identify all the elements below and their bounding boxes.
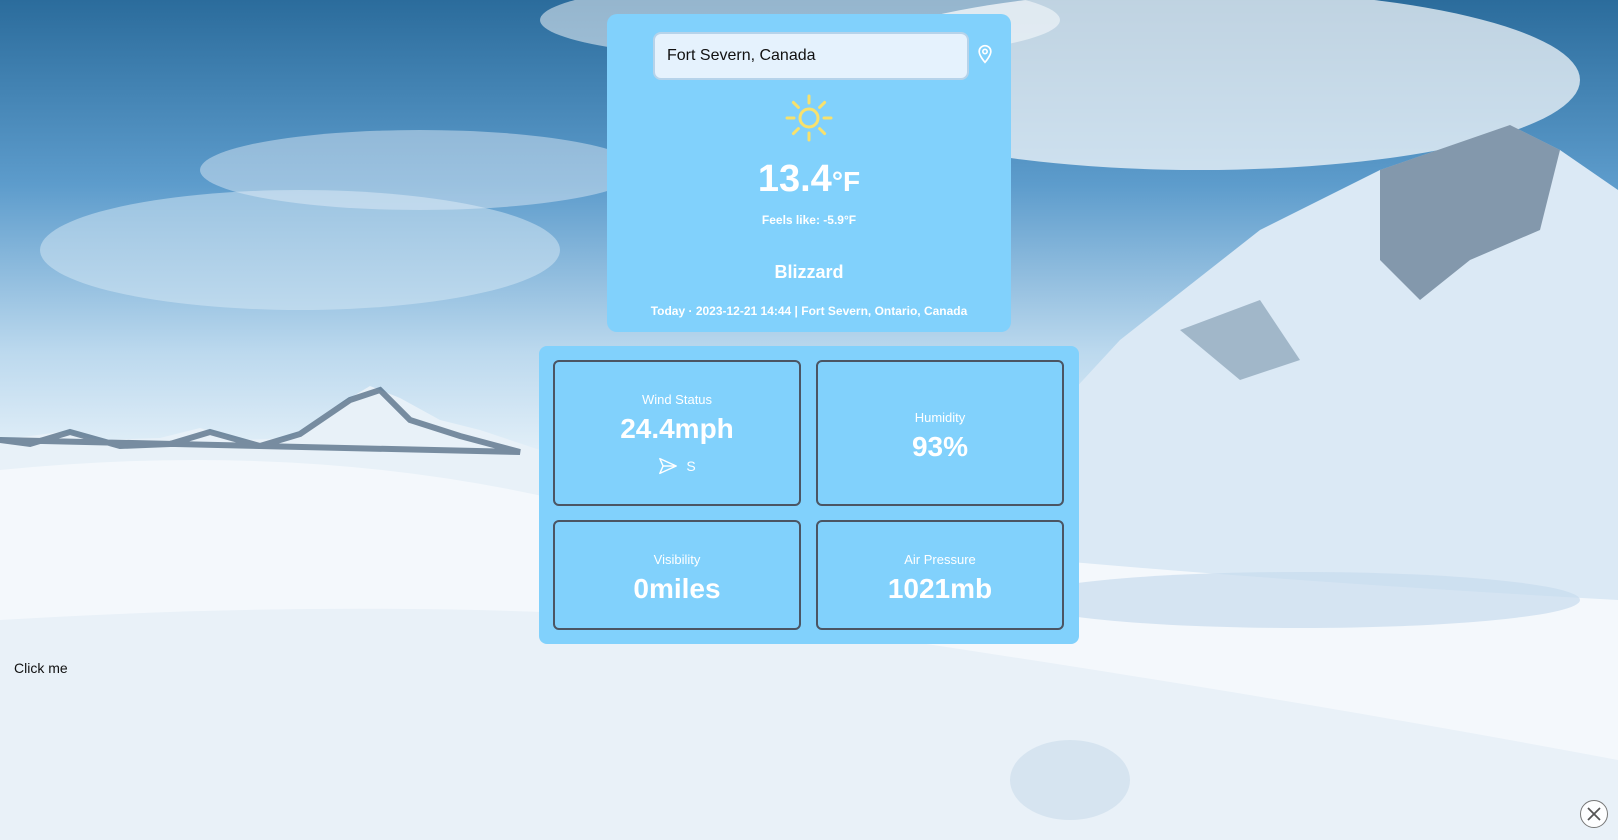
weather-condition: Blizzard [774,262,844,282]
wind-speed-value: 24.4mph [620,413,734,444]
date-location-line: Today · 2023-12-21 14:44 | Fort Severn, … [650,304,968,318]
wind-direction-label: S [686,458,696,474]
send-arrow-icon [659,457,678,475]
search-box[interactable] [653,32,969,80]
wind-status-label: Wind Status [641,392,713,407]
background-scene: 13.4°F Feels like: -5.9°F Blizzard Today… [0,0,1618,840]
wind-status-tile: Wind Status 24.4mph S [553,360,801,506]
close-icon [1587,807,1601,821]
temperature-unit: °F [831,166,861,197]
visibility-label: Visibility [653,552,701,567]
temperature: 13.4°F [607,158,1011,201]
temperature-value: 13.4 [757,158,832,200]
location-pin-icon[interactable] [975,44,995,64]
sun-icon [785,94,833,142]
wind-direction: S [555,457,799,475]
click-me-button[interactable]: Click me [14,660,68,676]
feels-like: Feels like: -5.9°F [761,213,857,227]
visibility-tile: Visibility 0miles [553,520,801,630]
highlights-card: Wind Status 24.4mph S Humidity 93% Visib… [539,346,1079,644]
air-pressure-value: 1021mb [887,573,993,604]
air-pressure-label: Air Pressure [904,552,976,567]
humidity-label: Humidity [914,410,966,425]
air-pressure-tile: Air Pressure 1021mb [816,520,1064,630]
humidity-tile: Humidity 93% [816,360,1064,506]
visibility-value: 0miles [633,573,721,604]
humidity-value: 93% [911,431,969,462]
city-search-input[interactable] [655,34,967,78]
current-weather-card: 13.4°F Feels like: -5.9°F Blizzard Today… [607,14,1011,332]
close-button[interactable] [1580,800,1608,828]
